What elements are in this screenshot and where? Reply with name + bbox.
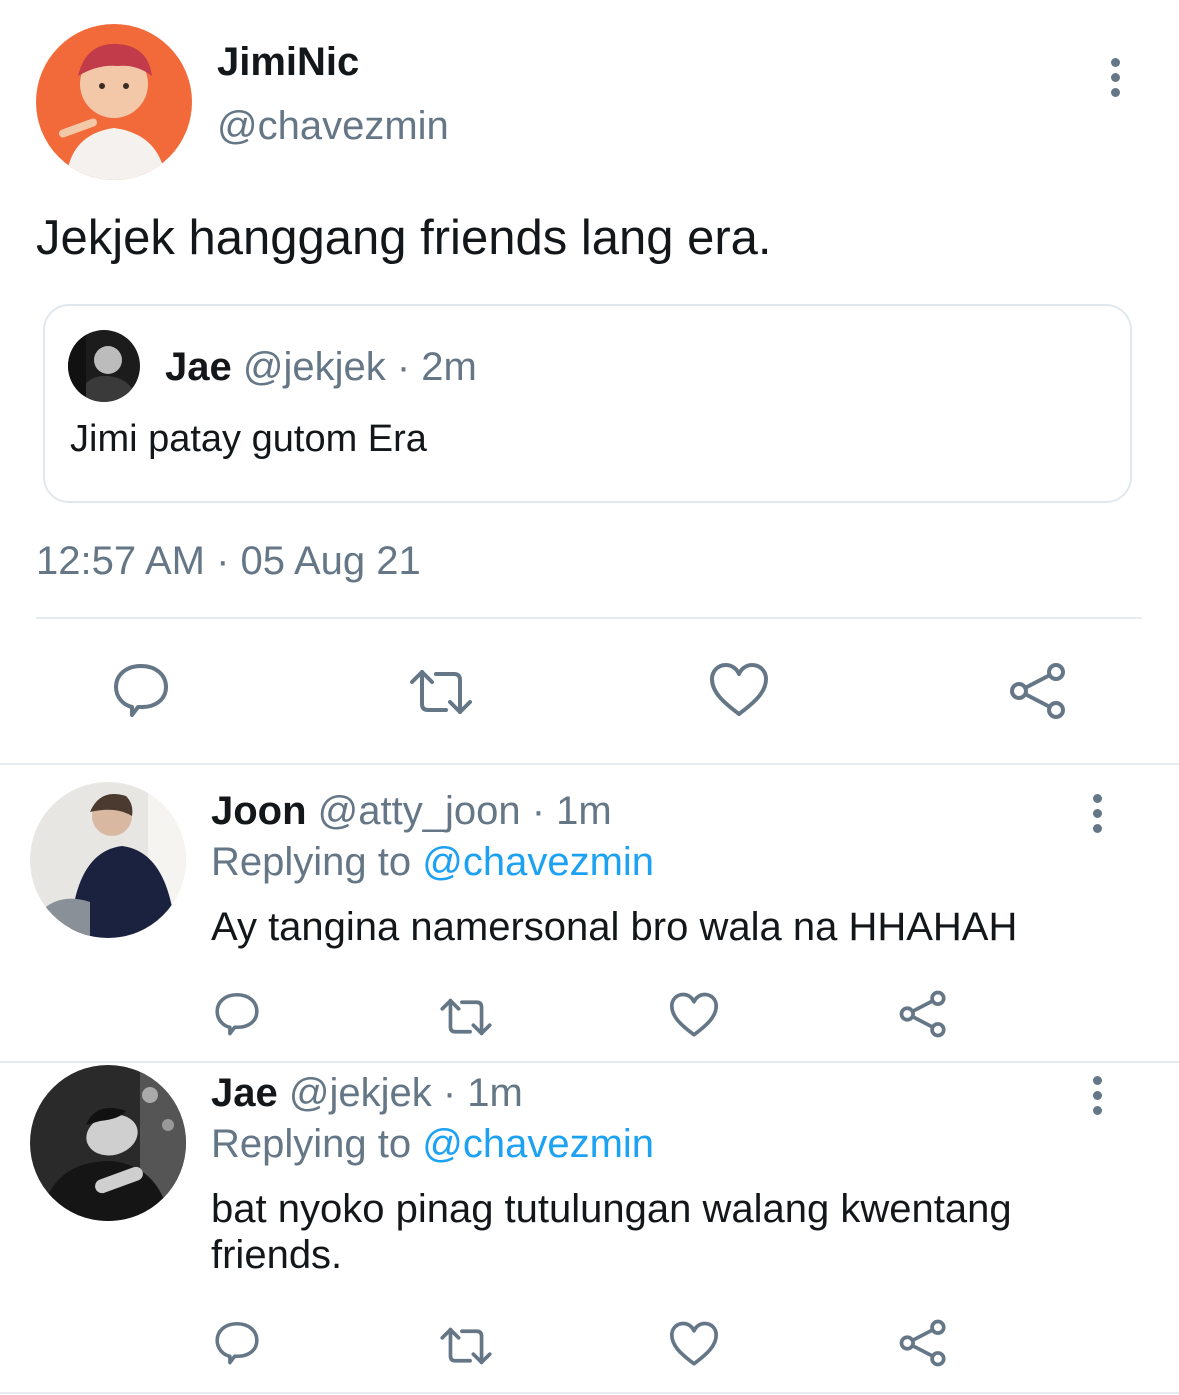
share-icon[interactable] [898,990,948,1038]
replying-to-label: Replying to [211,840,412,884]
reply-icon[interactable] [214,1319,260,1365]
author-handle[interactable]: @chavezmin [217,104,449,149]
reply-display-name[interactable]: Joon [211,789,307,833]
author-display-name[interactable]: JimiNic [217,40,359,85]
retweet-icon[interactable] [439,1323,493,1369]
more-vertical-icon[interactable] [1087,1076,1107,1115]
reply-avatar[interactable] [30,782,186,938]
reply-handle[interactable]: @atty_joon [318,789,521,833]
section-divider [0,1392,1179,1394]
reply-icon[interactable] [214,990,260,1036]
replying-to-line: Replying to @chavezmin [211,1122,654,1167]
share-icon[interactable] [1008,662,1068,720]
replying-to-handle[interactable]: @chavezmin [422,1122,654,1166]
replying-to-label: Replying to [211,1122,412,1166]
tweet-text: Jekjek hanggang friends lang era. [36,211,772,265]
replying-to-handle[interactable]: @chavezmin [422,840,654,884]
share-icon[interactable] [898,1319,948,1367]
quoted-handle[interactable]: @jekjek [243,345,386,389]
section-divider [0,763,1179,765]
reply-icon[interactable] [112,660,170,718]
retweet-icon[interactable] [439,994,493,1040]
main-avatar[interactable] [36,24,192,180]
heart-icon[interactable] [669,1321,719,1367]
reply-text: Ay tangina namersonal bro wala na HHAHAH [211,905,1018,949]
reply-avatar[interactable] [30,1065,186,1221]
more-vertical-icon[interactable] [1087,794,1107,833]
quoted-avatar[interactable] [68,330,140,402]
reply-time: · 1m [442,1071,523,1115]
quoted-tweet-card[interactable] [43,304,1132,503]
quoted-display-name[interactable]: Jae [165,345,232,389]
quoted-text: Jimi patay gutom Era [70,418,427,460]
reply-display-name[interactable]: Jae [211,1071,278,1115]
reply-header: Joon @atty_joon · 1m [211,789,612,834]
heart-icon[interactable] [669,992,719,1038]
reply-header: Jae @jekjek · 1m [211,1071,523,1116]
retweet-icon[interactable] [408,664,474,720]
replying-to-line: Replying to @chavezmin [211,840,654,885]
heart-icon[interactable] [709,662,769,718]
tweet-timestamp[interactable]: 12:57 AM · 05 Aug 21 [36,539,421,584]
reply-handle[interactable]: @jekjek [289,1071,432,1115]
more-vertical-icon[interactable] [1105,58,1125,97]
reply-text: bat nyoko pinag tutulungan walang kwenta… [211,1187,1012,1277]
quoted-header: Jae @jekjek · 2m [165,345,477,390]
divider [36,617,1142,619]
quoted-time: · 2m [396,345,477,389]
section-divider [0,1061,1179,1063]
reply-time: · 1m [531,789,612,833]
